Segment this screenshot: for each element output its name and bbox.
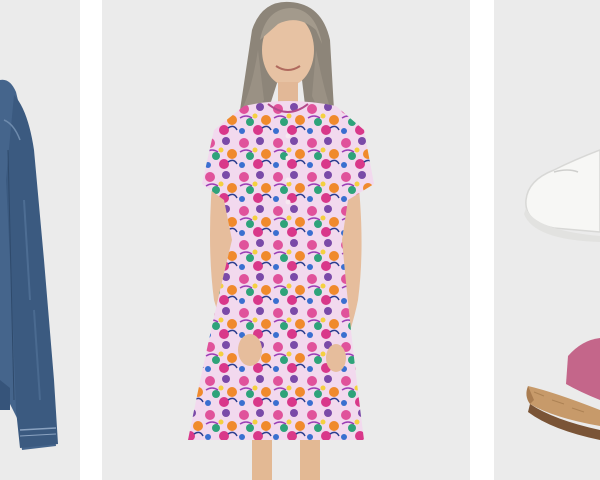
- product-tile-denim-jacket[interactable]: [0, 0, 80, 480]
- product-tile-shoes[interactable]: [494, 0, 600, 480]
- shoes-image: [524, 149, 600, 440]
- floral-dress-model-image: [188, 1, 374, 480]
- product-tile-floral-dress[interactable]: [102, 0, 470, 480]
- denim-jacket-image: [0, 79, 58, 450]
